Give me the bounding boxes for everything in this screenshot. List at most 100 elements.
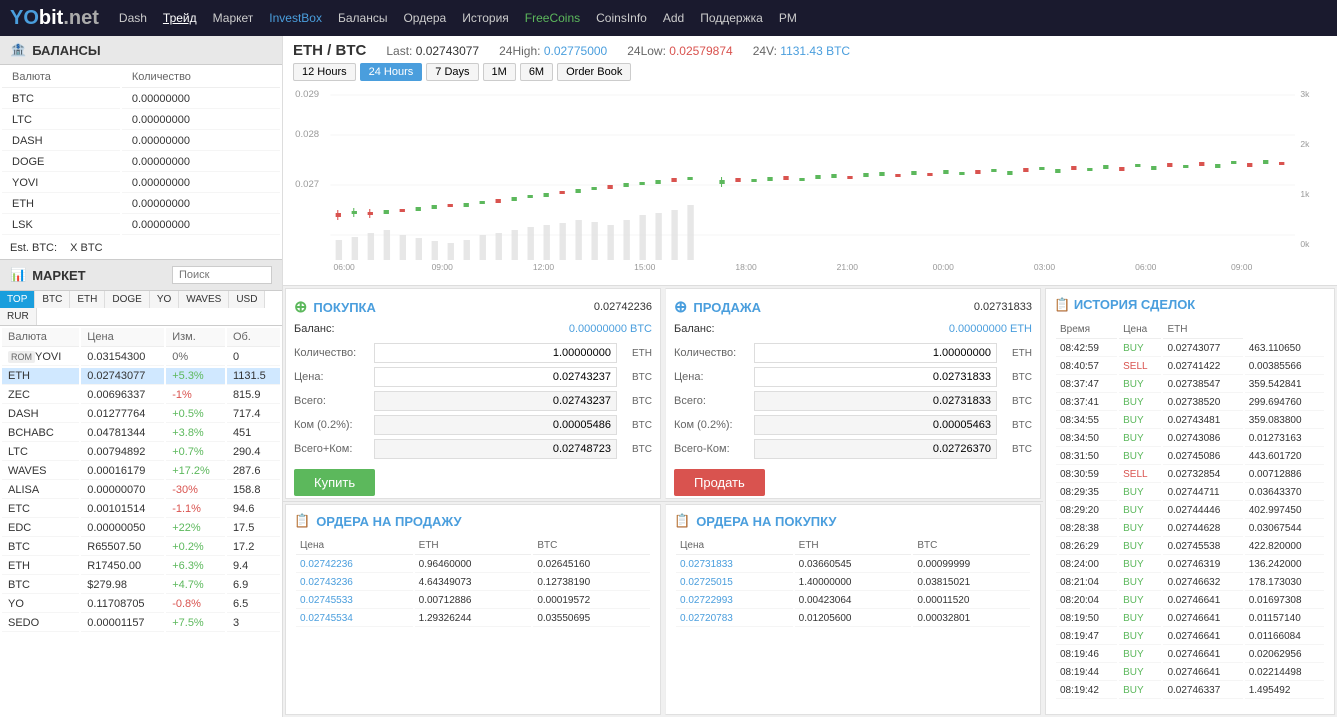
market-row[interactable]: BTC $279.98 +4.7% 6.9 (2, 577, 280, 594)
coin-tab-doge[interactable]: DOGE (105, 291, 149, 308)
market-row[interactable]: YO 0.11708705 -0.8% 6.5 (2, 596, 280, 613)
market-row[interactable]: ROMYOVI 0.03154300 0% 0 (2, 349, 280, 366)
history-type: BUY (1119, 665, 1161, 681)
market-row-price: 0.00016179 (81, 463, 164, 480)
nav-support[interactable]: Поддержка (700, 11, 763, 25)
buy-button[interactable]: Купить (294, 469, 375, 496)
sell-qty-label: Количество: (674, 347, 754, 359)
history-type: BUY (1119, 431, 1161, 447)
sell-order-row: 0.027422360.964600000.02645160 (296, 557, 650, 573)
coin-tab-yo[interactable]: YO (150, 291, 179, 308)
sell-orders-title: 📋 ОРДЕРА НА ПРОДАЖУ (294, 513, 652, 529)
sell-qty-input[interactable] (754, 343, 997, 363)
nav-trade[interactable]: Трейд (163, 11, 197, 25)
coin-tab-eth[interactable]: ETH (70, 291, 105, 308)
market-row[interactable]: ETH 0.02743077 +5.3% 1131.5 (2, 368, 280, 385)
buy-order-btc: 0.00011520 (913, 593, 1030, 609)
history-price: 0.02743481 (1163, 413, 1242, 429)
history-price: 0.02738520 (1163, 395, 1242, 411)
market-row[interactable]: WAVES 0.00016179 +17.2% 287.6 (2, 463, 280, 480)
market-row[interactable]: LTC 0.00794892 +0.7% 290.4 (2, 444, 280, 461)
buy-order-eth: 0.03660545 (795, 557, 912, 573)
history-col-time: Время (1056, 321, 1117, 339)
market-row-change: +0.2% (166, 539, 225, 556)
market-row-currency: ZEC (2, 387, 79, 404)
history-title: 📋 ИСТОРИЯ СДЕЛОК (1054, 297, 1326, 313)
history-eth: 359.542841 (1245, 377, 1324, 393)
btn-12h[interactable]: 12 Hours (293, 63, 356, 81)
btn-7d[interactable]: 7 Days (426, 63, 478, 81)
market-row[interactable]: BTC R65507.50 +0.2% 17.2 (2, 539, 280, 556)
history-time: 08:31:50 (1056, 449, 1117, 465)
btn-orderbook[interactable]: Order Book (557, 63, 631, 81)
coin-tab-top[interactable]: TOP (0, 291, 35, 308)
history-time: 08:29:35 (1056, 485, 1117, 501)
history-type: SELL (1119, 359, 1161, 375)
sell-orders-col-btc: BTC (533, 537, 650, 555)
buy-fee-input (374, 415, 617, 435)
market-row[interactable]: ALISA 0.00000070 -30% 158.8 (2, 482, 280, 499)
sell-fee-label: Ком (0.2%): (674, 419, 754, 431)
nav-add[interactable]: Add (663, 11, 684, 25)
buy-qty-input[interactable] (374, 343, 617, 363)
history-price: 0.02746337 (1163, 683, 1242, 699)
history-row: 08:34:55BUY0.02743481359.083800 (1056, 413, 1324, 429)
market-search-input[interactable] (172, 266, 272, 284)
market-title-wrap: 📊 МАРКЕТ (10, 267, 86, 283)
market-row-change: 0% (166, 349, 225, 366)
history-row: 08:28:38BUY0.027446280.03067544 (1056, 521, 1324, 537)
nav-history[interactable]: История (462, 11, 509, 25)
balance-amount: 0.00000000 (122, 132, 280, 151)
market-row[interactable]: BCHABC 0.04781344 +3.8% 451 (2, 425, 280, 442)
buy-qty-unit: ETH (617, 348, 652, 359)
coin-tab-usd[interactable]: USD (229, 291, 265, 308)
balance-currency: ETH (2, 195, 120, 214)
nav-freecoins[interactable]: FreeCoins (525, 11, 580, 25)
sell-order-btc: 0.03550695 (533, 611, 650, 627)
market-row-price: 0.04781344 (81, 425, 164, 442)
market-row[interactable]: ETH R17450.00 +6.3% 9.4 (2, 558, 280, 575)
market-row[interactable]: DASH 0.01277764 +0.5% 717.4 (2, 406, 280, 423)
buy-grand-row: Всего+Ком: BTC (294, 439, 652, 459)
coin-tab-rur[interactable]: RUR (0, 308, 37, 325)
market-row-change: -0.8% (166, 596, 225, 613)
sell-orders-col-eth: ETH (415, 537, 532, 555)
market-row[interactable]: SEDO 0.00001157 +7.5% 3 (2, 615, 280, 632)
time-buttons: 12 Hours 24 Hours 7 Days 1M 6M Order Boo… (293, 63, 1327, 81)
coin-tab-btc[interactable]: BTC (35, 291, 70, 308)
balance-row: LTC0.00000000 (2, 111, 280, 130)
market-row[interactable]: ZEC 0.00696337 -1% 815.9 (2, 387, 280, 404)
market-row-currency: WAVES (2, 463, 79, 480)
nav-investbox[interactable]: InvestBox (269, 11, 322, 25)
buy-total-row: Всего: BTC (294, 391, 652, 411)
market-row[interactable]: ETC 0.00101514 -1.1% 94.6 (2, 501, 280, 518)
buy-price-label: Цена: (294, 371, 374, 383)
btn-24h[interactable]: 24 Hours (360, 63, 423, 81)
history-type: BUY (1119, 557, 1161, 573)
sell-price-input[interactable] (754, 367, 997, 387)
sell-button[interactable]: Продать (674, 469, 765, 496)
sell-orders-icon: 📋 (294, 513, 310, 529)
nav-coinsinfo[interactable]: CoinsInfo (596, 11, 647, 25)
btn-6m[interactable]: 6M (520, 63, 553, 81)
buy-qty-label: Количество: (294, 347, 374, 359)
history-type: BUY (1119, 521, 1161, 537)
market-row-price: 0.00000070 (81, 482, 164, 499)
sell-title-text: ПРОДАЖА (693, 300, 761, 315)
nav-balances[interactable]: Балансы (338, 11, 387, 25)
buy-panel-title: ⊕ ПОКУПКА 0.02742236 (294, 297, 652, 317)
history-price: 0.02732854 (1163, 467, 1242, 483)
chart-last-val: 0.02743077 (416, 44, 479, 58)
history-row: 08:19:47BUY0.027466410.01166084 (1056, 629, 1324, 645)
nav-market[interactable]: Маркет (213, 11, 254, 25)
market-row[interactable]: EDC 0.00000050 +22% 17.5 (2, 520, 280, 537)
buy-price-input[interactable] (374, 367, 617, 387)
header: YObit.net Dash Трейд Маркет InvestBox Ба… (0, 0, 1337, 36)
nav-pm[interactable]: PM (779, 11, 797, 25)
history-row: 08:37:41BUY0.02738520299.694760 (1056, 395, 1324, 411)
nav-dash[interactable]: Dash (119, 11, 147, 25)
nav-orders[interactable]: Ордера (403, 11, 446, 25)
btn-1m[interactable]: 1M (483, 63, 516, 81)
logo-net: .net (63, 7, 99, 29)
coin-tab-waves[interactable]: WAVES (179, 291, 229, 308)
